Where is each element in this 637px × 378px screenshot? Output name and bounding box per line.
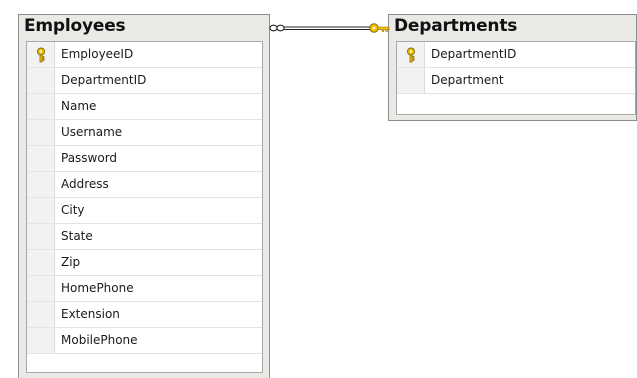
employees-column-grid: EmployeeID DepartmentID Name Username Pa… <box>26 41 263 373</box>
column-name: DepartmentID <box>431 47 517 61</box>
column-name: EmployeeID <box>61 47 134 61</box>
many-infinity-icon <box>269 24 285 32</box>
column-name: Address <box>61 177 109 191</box>
column-name: Zip <box>61 255 81 269</box>
row-selector[interactable] <box>27 328 55 353</box>
departments-table-title: Departments <box>394 16 518 36</box>
column-name: Username <box>61 125 123 139</box>
employees-column-row-username[interactable]: Username <box>27 120 262 146</box>
key-icon <box>407 47 415 63</box>
relationship-line[interactable] <box>268 20 393 36</box>
employees-column-row-mobilephone[interactable]: MobilePhone <box>27 328 262 354</box>
employees-column-row-city[interactable]: City <box>27 198 262 224</box>
employees-column-row-homephone[interactable]: HomePhone <box>27 276 262 302</box>
column-name: MobilePhone <box>61 333 138 347</box>
row-selector[interactable] <box>27 302 55 327</box>
employees-column-row-extension[interactable]: Extension <box>27 302 262 328</box>
relationship-connector <box>284 26 370 30</box>
row-selector[interactable] <box>27 146 55 171</box>
row-selector[interactable] <box>27 120 55 145</box>
row-selector[interactable] <box>397 68 425 93</box>
departments-column-grid: DepartmentID Department <box>396 41 636 115</box>
column-name: Password <box>61 151 118 165</box>
key-icon <box>369 23 390 33</box>
employees-column-row-name[interactable]: Name <box>27 94 262 120</box>
departments-column-row-department[interactable]: Department <box>397 68 635 94</box>
column-name: Name <box>61 99 97 113</box>
row-selector[interactable] <box>27 198 55 223</box>
departments-column-row-departmentid[interactable]: DepartmentID <box>397 42 635 68</box>
column-name: State <box>61 229 93 243</box>
row-selector[interactable] <box>27 250 55 275</box>
row-selector[interactable] <box>27 224 55 249</box>
employees-column-row-address[interactable]: Address <box>27 172 262 198</box>
employees-column-row-employeeid[interactable]: EmployeeID <box>27 42 262 68</box>
column-name: Extension <box>61 307 120 321</box>
key-icon <box>37 47 45 63</box>
column-name: City <box>61 203 85 217</box>
employees-column-row-state[interactable]: State <box>27 224 262 250</box>
employees-column-row-password[interactable]: Password <box>27 146 262 172</box>
employees-column-row-zip[interactable]: Zip <box>27 250 262 276</box>
employees-table-title: Employees <box>24 16 126 36</box>
column-name: DepartmentID <box>61 73 147 87</box>
row-selector[interactable] <box>397 42 425 67</box>
row-selector[interactable] <box>27 276 55 301</box>
employees-table[interactable]: Employees EmployeeID DepartmentID Name U… <box>18 14 270 378</box>
row-selector[interactable] <box>27 172 55 197</box>
column-name: HomePhone <box>61 281 134 295</box>
row-selector[interactable] <box>27 42 55 67</box>
departments-table[interactable]: Departments DepartmentID Department <box>388 14 637 121</box>
row-selector[interactable] <box>27 68 55 93</box>
column-name: Department <box>431 73 504 87</box>
employees-column-row-departmentid[interactable]: DepartmentID <box>27 68 262 94</box>
row-selector[interactable] <box>27 94 55 119</box>
